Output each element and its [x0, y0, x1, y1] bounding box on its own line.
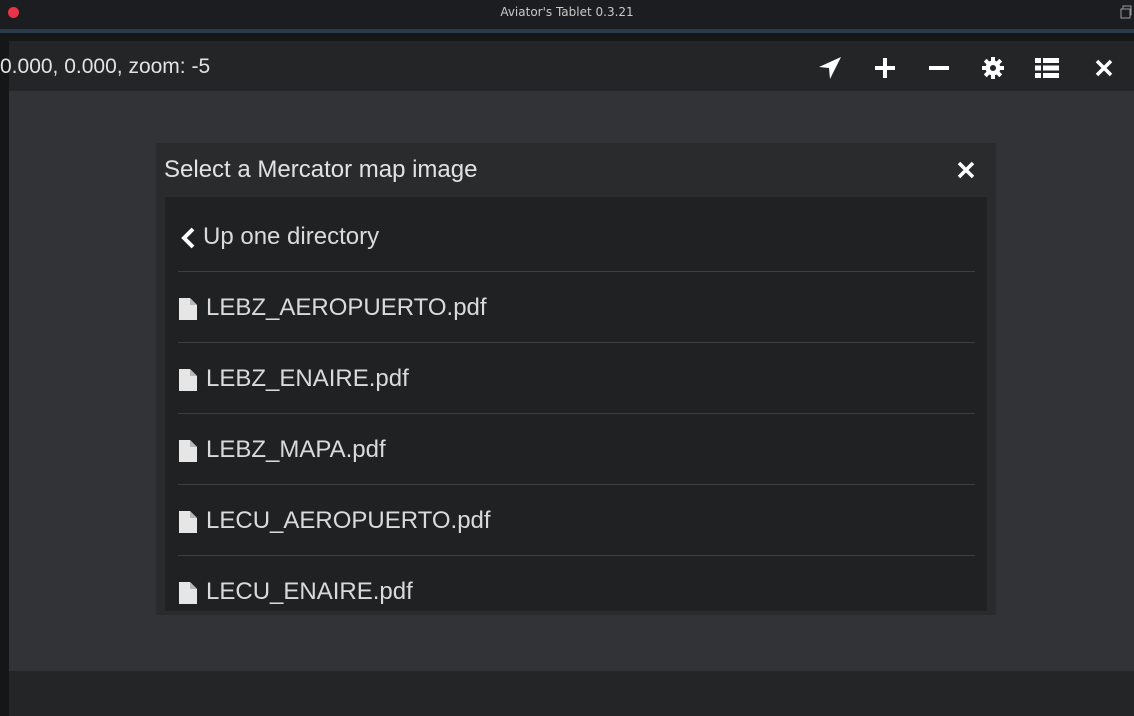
- list-icon: [1035, 58, 1059, 78]
- file-icon: [179, 369, 197, 391]
- gear-icon: [982, 57, 1004, 79]
- file-item[interactable]: LECU_ENAIRE.pdf: [178, 556, 975, 611]
- toolbar: 0.000, 0.000, zoom: -5: [0, 41, 1134, 91]
- file-item[interactable]: LECU_AEROPUERTO.pdf: [178, 485, 975, 556]
- file-item[interactable]: LEBZ_ENAIRE.pdf: [178, 343, 975, 414]
- chevron-left-icon: [181, 227, 195, 249]
- file-icon: [179, 582, 197, 604]
- settings-button[interactable]: [978, 54, 1008, 82]
- file-picker-dialog: Select a Mercator map image Up one direc…: [156, 143, 996, 615]
- file-icon: [179, 440, 197, 462]
- navigation-arrow-icon: [819, 57, 841, 79]
- status-bar: [9, 671, 1134, 716]
- list-button[interactable]: [1032, 54, 1062, 82]
- file-name: LEBZ_MAPA.pdf: [206, 436, 386, 463]
- up-directory-label: Up one directory: [203, 223, 380, 250]
- window-title: Aviator's Tablet 0.3.21: [500, 5, 634, 19]
- minus-icon: [929, 66, 949, 70]
- file-name: LEBZ_AEROPUERTO.pdf: [206, 294, 487, 321]
- locate-button[interactable]: [815, 54, 845, 82]
- dialog-close-button[interactable]: [954, 158, 978, 182]
- file-name: LECU_ENAIRE.pdf: [206, 578, 413, 605]
- close-icon: [1095, 59, 1113, 77]
- dialog-title: Select a Mercator map image: [164, 156, 478, 183]
- close-button[interactable]: [1089, 54, 1119, 82]
- title-bar: Aviator's Tablet 0.3.21: [0, 0, 1134, 33]
- file-name: LECU_AEROPUERTO.pdf: [206, 507, 491, 534]
- file-icon: [179, 298, 197, 320]
- up-directory-item[interactable]: Up one directory: [178, 201, 975, 272]
- coordinates-readout: 0.000, 0.000, zoom: -5: [0, 55, 211, 78]
- file-item[interactable]: LEBZ_AEROPUERTO.pdf: [178, 272, 975, 343]
- file-icon: [179, 511, 197, 533]
- zoom-out-button[interactable]: [924, 54, 954, 82]
- plus-icon: [875, 58, 895, 78]
- file-item[interactable]: LEBZ_MAPA.pdf: [178, 414, 975, 485]
- app-window: Aviator's Tablet 0.3.21 0.000, 0.000, zo…: [0, 0, 1134, 716]
- zoom-in-button[interactable]: [870, 54, 900, 82]
- close-icon: [957, 161, 975, 179]
- restore-window-icon[interactable]: [1120, 5, 1132, 19]
- file-name: LEBZ_ENAIRE.pdf: [206, 365, 409, 392]
- file-list[interactable]: Up one directory LEBZ_AEROPUERTO.pdf LEB…: [165, 197, 987, 611]
